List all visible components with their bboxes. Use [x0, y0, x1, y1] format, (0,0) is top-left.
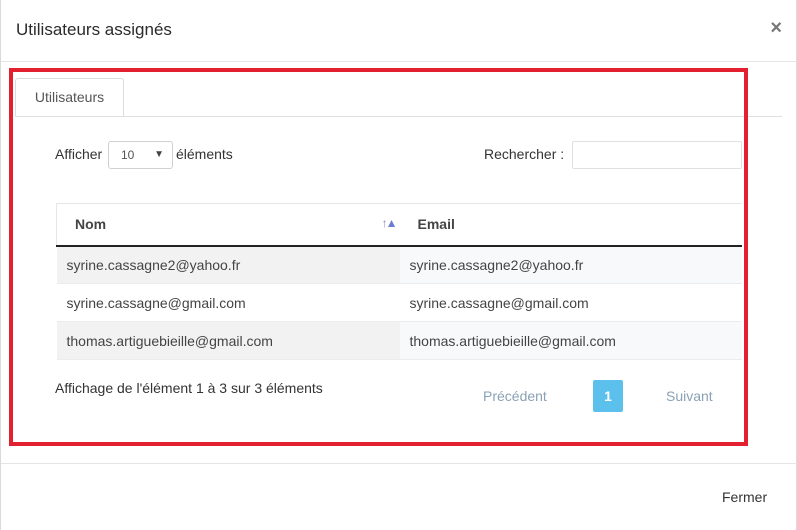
- modal-footer-divider: [1, 463, 797, 464]
- close-icon[interactable]: ×: [770, 16, 782, 40]
- fermer-button[interactable]: Fermer: [722, 489, 767, 505]
- modal-dialog: Utilisateurs assignés × Utilisateurs Aff…: [0, 0, 797, 530]
- modal-header: Utilisateurs assignés ×: [1, 0, 797, 62]
- modal-title: Utilisateurs assignés: [16, 20, 172, 39]
- highlight-frame: [9, 68, 748, 446]
